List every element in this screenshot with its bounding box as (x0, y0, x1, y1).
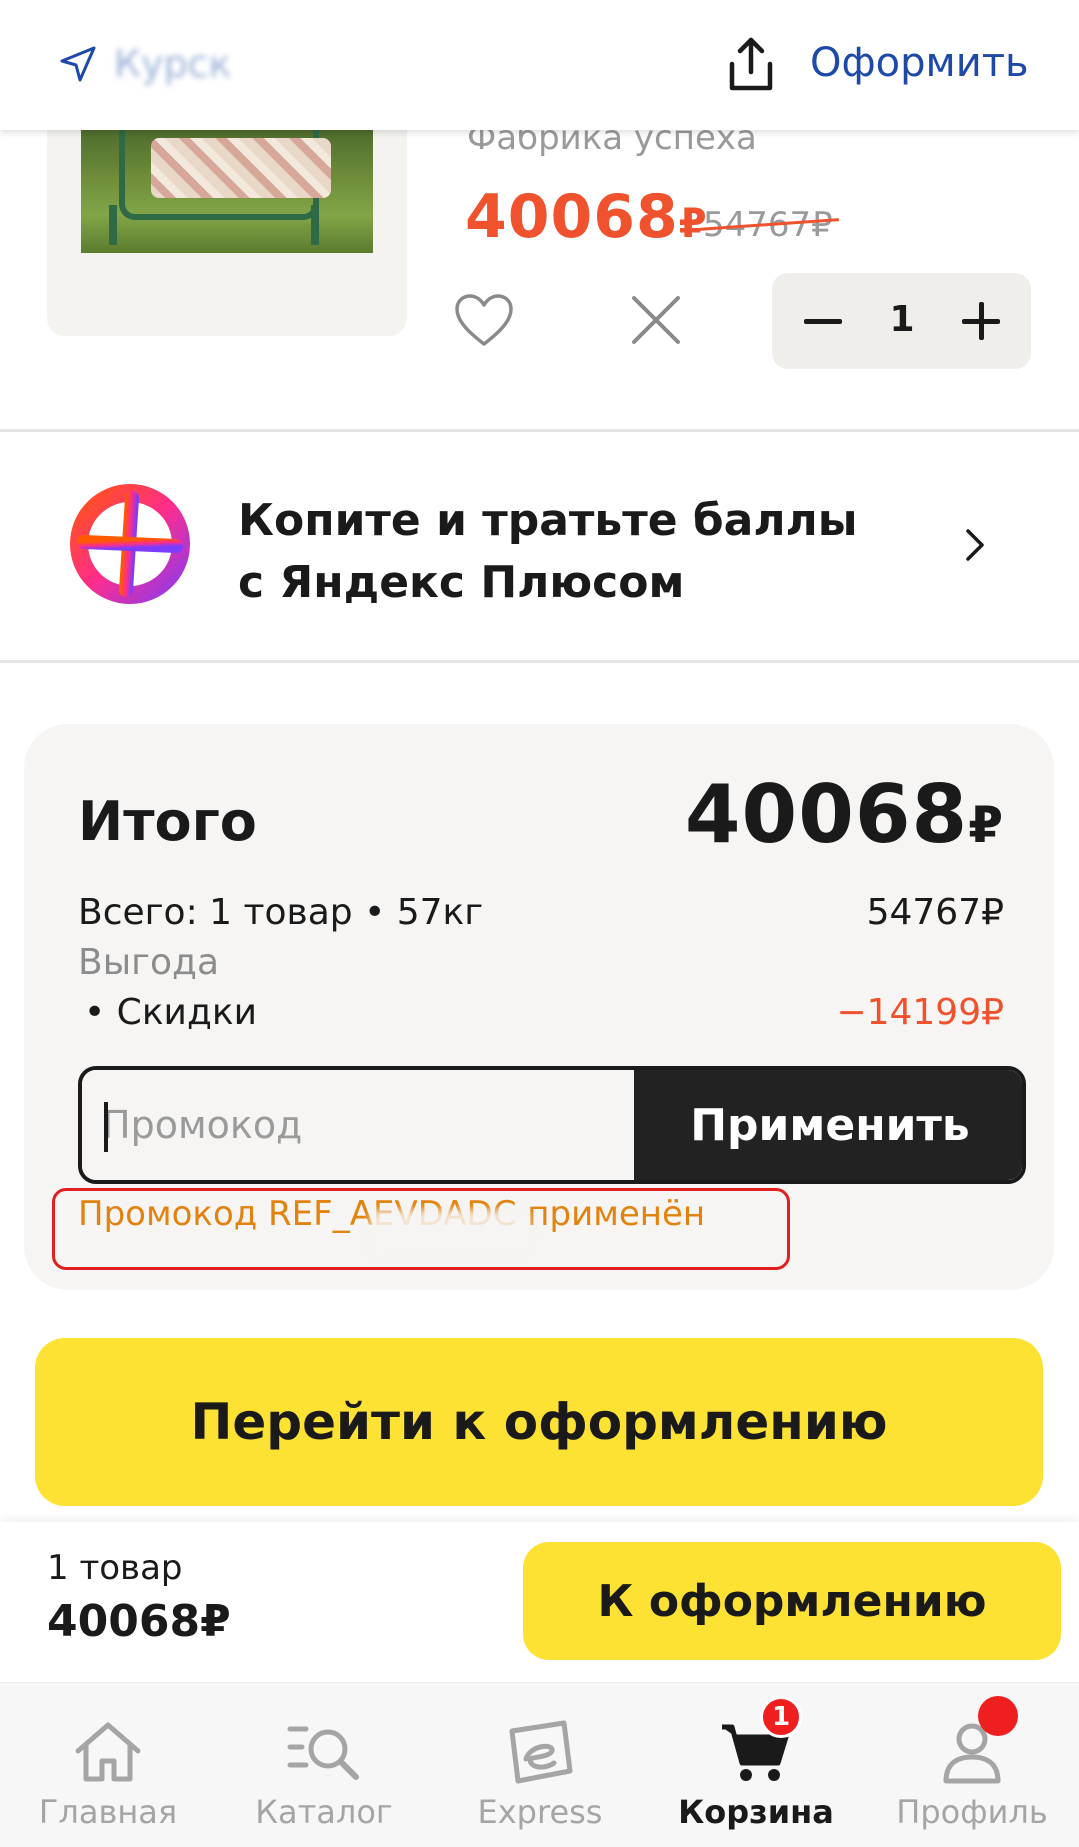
location-arrow-icon (60, 46, 96, 82)
quantity-stepper: 1 (772, 273, 1031, 369)
tab-express[interactable]: Express (432, 1683, 648, 1847)
promo-code-form: Применить (78, 1066, 1026, 1184)
summary-benefit-label: Выгода (78, 942, 220, 983)
tab-profile[interactable]: Профиль (864, 1683, 1079, 1847)
promo-code-input[interactable] (82, 1070, 634, 1180)
product-old-price: 54767₽ (703, 205, 833, 245)
sticky-checkout-button[interactable]: К оформлению (523, 1542, 1061, 1660)
bottom-tab-bar: Главная Каталог Express Корзина Профиль (0, 1682, 1079, 1847)
chevron-right-icon (966, 529, 984, 561)
home-icon (75, 1722, 141, 1782)
summary-total: 40068₽ (684, 768, 1004, 861)
swing-seat (151, 138, 331, 198)
cart-count-badge: 1 (760, 1696, 802, 1738)
divider (0, 660, 1079, 663)
summary-discount-value: −14199₽ (836, 992, 1004, 1033)
proceed-to-checkout-button[interactable]: Перейти к оформлению (35, 1338, 1043, 1506)
favorite-heart-icon[interactable] (453, 292, 515, 348)
express-icon (509, 1720, 573, 1784)
catalog-search-icon (287, 1726, 359, 1780)
yandex-plus-banner[interactable]: Копите и тратьте баллы с Яндекс Плюсом (0, 432, 1079, 660)
city-name: Курск (114, 42, 232, 86)
location-selector[interactable]: Курск (58, 42, 231, 86)
order-summary-card: Итого 40068₽ Всего: 1 товар • 57кг 54767… (24, 724, 1054, 1290)
summary-items-value: 54767₽ (866, 892, 1004, 933)
share-icon[interactable] (720, 34, 782, 96)
tab-home[interactable]: Главная (0, 1683, 216, 1847)
increase-quantity-button[interactable] (962, 301, 1004, 343)
tab-cart[interactable]: Корзина (648, 1683, 864, 1847)
sticky-item-count: 1 товар (47, 1548, 183, 1588)
product-photo[interactable] (81, 128, 373, 253)
summary-discount-label: • Скидки (84, 992, 257, 1033)
summary-items-label: Всего: 1 товар • 57кг (78, 892, 484, 933)
highlight-outline (52, 1188, 790, 1270)
text-caret (104, 1102, 108, 1152)
quantity-value: 1 (889, 299, 915, 340)
decrease-quantity-button[interactable] (804, 307, 846, 335)
product-price: 40068₽ (465, 182, 708, 252)
remove-item-icon[interactable] (630, 294, 682, 346)
sticky-checkout-bar: 1 товар 40068₽ К оформлению (0, 1522, 1079, 1682)
summary-title: Итого (78, 790, 257, 853)
plus-banner-text: Копите и тратьте баллы с Яндекс Плюсом (238, 495, 858, 608)
top-header: Курск Оформить (0, 0, 1079, 130)
yandex-plus-logo-icon (70, 484, 190, 604)
profile-notification-dot (978, 1696, 1018, 1736)
header-checkout-link[interactable]: Оформить (810, 40, 1029, 86)
sticky-total-price: 40068₽ (47, 1596, 231, 1647)
apply-promo-button[interactable]: Применить (634, 1070, 1022, 1180)
tab-catalog[interactable]: Каталог (216, 1683, 432, 1847)
